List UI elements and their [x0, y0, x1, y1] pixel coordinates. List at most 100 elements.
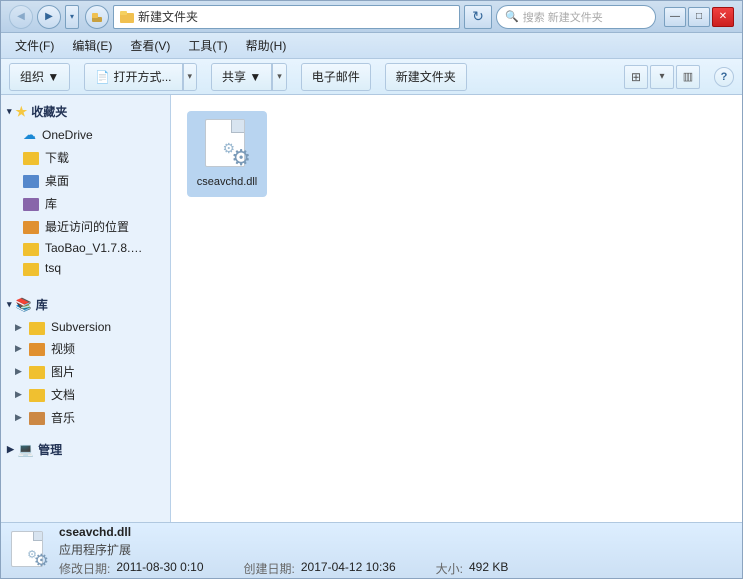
favorites-star-icon: ★ [16, 104, 28, 120]
modified-label: 修改日期: [59, 560, 110, 577]
size-label: 大小: [436, 560, 463, 577]
status-size: 大小: 492 KB [436, 560, 509, 577]
sidebar-item-taobao[interactable]: TaoBao_V1.7.8.10.. [1, 238, 170, 258]
documents-folder-icon [29, 389, 45, 402]
file-item-dll[interactable]: ⚙ ⚙ cseavchd.dll [187, 111, 267, 197]
sidebar-item-label: 最近访问的位置 [45, 218, 129, 235]
menu-tools[interactable]: 工具(T) [180, 35, 235, 56]
view-dropdown-button[interactable]: ▾ [650, 65, 674, 89]
help-button[interactable]: ? [714, 67, 734, 87]
pictures-folder-icon [29, 366, 45, 379]
new-folder-button[interactable]: 新建文件夹 [386, 63, 466, 91]
status-filename: cseavchd.dll [59, 525, 508, 539]
search-placeholder: 搜索 新建文件夹 [523, 9, 603, 25]
sidebar-item-label: 视频 [51, 340, 75, 357]
organize-button[interactable]: 组织 ▼ [10, 63, 69, 91]
maximize-button[interactable]: □ [688, 7, 710, 27]
taobao-folder-icon [23, 243, 39, 256]
menu-help[interactable]: 帮助(H) [238, 35, 295, 56]
sidebar-item-onedrive[interactable]: ☁ OneDrive [1, 124, 170, 146]
address-text: 新建文件夹 [138, 8, 198, 25]
music-folder-icon [29, 412, 45, 425]
organize-group: 组织 ▼ [9, 63, 70, 91]
address-bar[interactable]: 新建文件夹 [113, 5, 460, 29]
search-bar[interactable]: 🔍 搜索 新建文件夹 [496, 5, 656, 29]
toolbar: 组织 ▼ 📄 打开方式... ▾ 共享 ▼ ▾ 电子邮件 新建文件夹 ⊞ ▾ ▥ [1, 59, 742, 95]
sidebar-item-tsq[interactable]: tsq [1, 258, 170, 278]
explorer-window: ◀ ▶ ▾ 新建文件夹 ↻ 🔍 搜索 新建文件夹 — [0, 0, 743, 579]
refresh-button[interactable]: ↻ [464, 5, 492, 29]
sidebar-item-label: 音乐 [51, 409, 75, 426]
file-area: ⚙ ⚙ cseavchd.dll [171, 95, 742, 522]
expand-arrow-icon: ▶ [15, 343, 23, 354]
view-mode-button[interactable]: ⊞ [624, 65, 648, 89]
chevron-down-icon: ▾ [7, 299, 12, 310]
desktop-folder-icon [23, 175, 39, 188]
status-details: 修改日期: 2011-08-30 0:10 创建日期: 2017-04-12 1… [59, 560, 508, 577]
sidebar-item-label: 下载 [45, 149, 69, 166]
sidebar-item-pictures[interactable]: ▶ 图片 [1, 360, 170, 383]
computer-icon: 💻 [18, 442, 34, 458]
share-group: 共享 ▼ ▾ [211, 63, 287, 91]
menu-view[interactable]: 查看(V) [122, 35, 178, 56]
favorites-label: 收藏夹 [31, 103, 67, 120]
library-header[interactable]: ▾ 📚 库 [1, 292, 170, 317]
pane-icon: ▥ [683, 70, 693, 83]
main-content: ▾ ★ 收藏夹 ☁ OneDrive 下载 桌面 [1, 95, 742, 522]
sidebar-item-documents[interactable]: ▶ 文档 [1, 383, 170, 406]
sidebar-item-label: OneDrive [42, 128, 93, 142]
size-value: 492 KB [469, 560, 508, 577]
open-with-button[interactable]: 📄 打开方式... [85, 63, 182, 91]
status-filetype: 应用程序扩展 [59, 541, 508, 558]
sidebar-item-label: 库 [45, 195, 57, 212]
favorites-header[interactable]: ▾ ★ 收藏夹 [1, 99, 170, 124]
sidebar-item-library[interactable]: 库 [1, 192, 170, 215]
menu-file[interactable]: 文件(F) [7, 35, 62, 56]
more-header[interactable]: ▶ 💻 管理 [1, 437, 170, 462]
sidebar-item-music[interactable]: ▶ 音乐 [1, 406, 170, 429]
modified-value: 2011-08-30 0:10 [116, 560, 203, 577]
status-file-icon: ⚙ ⚙ [9, 531, 49, 571]
library-folder-icon [23, 198, 39, 211]
downloads-folder-icon [23, 152, 39, 165]
titlebar: ◀ ▶ ▾ 新建文件夹 ↻ 🔍 搜索 新建文件夹 — [1, 1, 742, 33]
share-dropdown[interactable]: ▾ [272, 63, 286, 91]
chevron-down-icon: ▾ [7, 106, 12, 117]
sidebar-item-label: TaoBao_V1.7.8.10.. [45, 241, 145, 255]
close-button[interactable]: ✕ [712, 7, 734, 27]
sidebar-item-subversion[interactable]: ▶ Subversion [1, 317, 170, 337]
sidebar-item-recent[interactable]: 最近访问的位置 [1, 215, 170, 238]
menu-edit[interactable]: 编辑(E) [64, 35, 120, 56]
search-icon: 🔍 [505, 10, 519, 23]
pane-button[interactable]: ▥ [676, 65, 700, 89]
forward-button[interactable]: ▶ [37, 5, 61, 29]
minimize-button[interactable]: — [664, 7, 686, 27]
file-label: cseavchd.dll [197, 175, 258, 189]
up-button[interactable] [85, 5, 109, 29]
subversion-folder-icon [29, 322, 45, 335]
email-button[interactable]: 电子邮件 [302, 63, 370, 91]
sidebar-item-label: 图片 [51, 363, 75, 380]
open-with-dropdown[interactable]: ▾ [183, 63, 197, 91]
more-label: 管理 [38, 441, 62, 458]
titlebar-controls: — □ ✕ [664, 7, 734, 27]
created-label: 创建日期: [244, 560, 295, 577]
sidebar: ▾ ★ 收藏夹 ☁ OneDrive 下载 桌面 [1, 95, 171, 522]
expand-arrow-icon: ▶ [15, 412, 23, 423]
view-mode-icon: ⊞ [631, 70, 641, 84]
sidebar-item-label: 文档 [51, 386, 75, 403]
status-modified: 修改日期: 2011-08-30 0:10 [59, 560, 204, 577]
library-label: 库 [36, 296, 48, 313]
refresh-icon: ↻ [472, 8, 484, 25]
nav-dropdown[interactable]: ▾ [65, 5, 79, 29]
sidebar-item-label: tsq [45, 261, 61, 275]
sidebar-item-downloads[interactable]: 下载 [1, 146, 170, 169]
sidebar-item-desktop[interactable]: 桌面 [1, 169, 170, 192]
menubar: 文件(F) 编辑(E) 查看(V) 工具(T) 帮助(H) [1, 33, 742, 59]
share-button[interactable]: 共享 ▼ [212, 63, 272, 91]
library-icon: 📚 [16, 297, 32, 313]
back-button[interactable]: ◀ [9, 5, 33, 29]
expand-arrow-icon: ▶ [15, 366, 23, 377]
open-with-group: 📄 打开方式... ▾ [84, 63, 197, 91]
sidebar-item-video[interactable]: ▶ 视频 [1, 337, 170, 360]
